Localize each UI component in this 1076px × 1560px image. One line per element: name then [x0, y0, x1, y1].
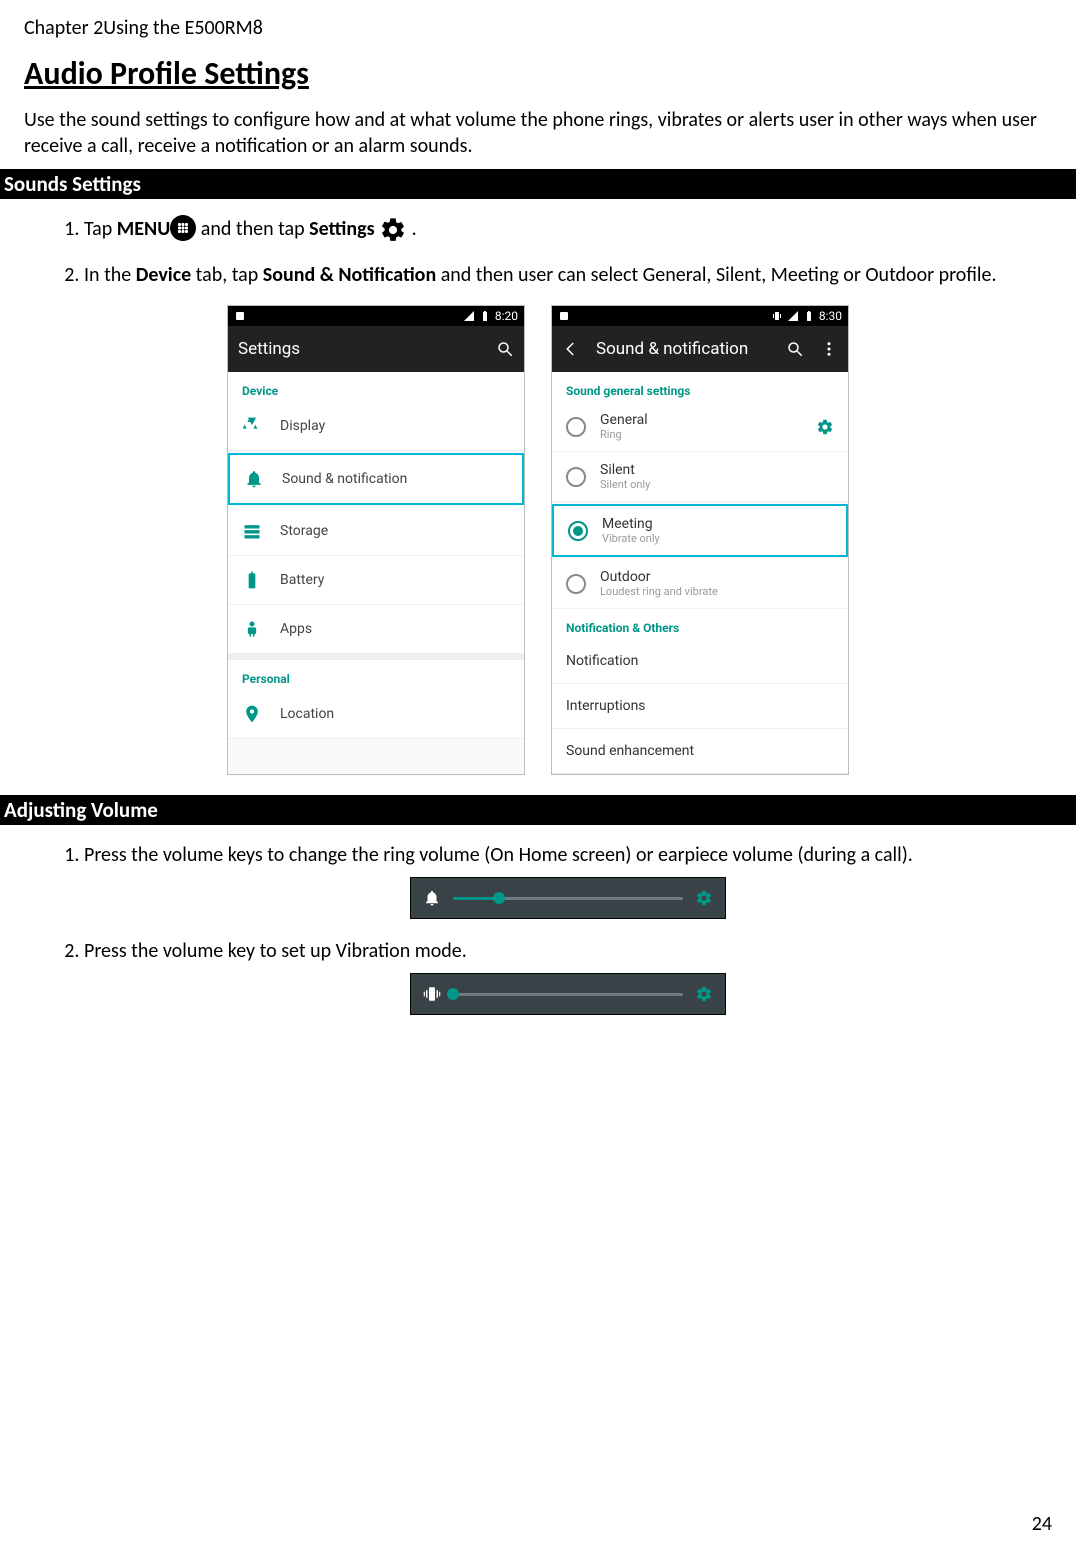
radio-meeting-sub: Vibrate only — [602, 532, 832, 545]
gear-icon[interactable] — [816, 418, 834, 436]
appbar-title-right: Sound & notification — [596, 339, 770, 359]
location-icon — [242, 704, 262, 724]
list-item-battery-label: Battery — [280, 572, 324, 588]
radio-outdoor[interactable]: Outdoor Loudest ring and vibrate — [552, 559, 848, 609]
sound-general-header: Sound general settings — [552, 372, 848, 402]
radio-outdoor-sub: Loudest ring and vibrate — [600, 585, 834, 598]
volume-slider[interactable] — [453, 897, 683, 900]
section-bar-adjusting: Adjusting Volume — [0, 795, 1076, 825]
adjusting-step-2: Press the volume key to set up Vibration… — [84, 935, 1052, 1015]
adjusting-steps: Press the volume keys to change the ring… — [24, 839, 1052, 1015]
intro-text: Use the sound settings to configure how … — [24, 107, 1052, 159]
step1-mid: and then tap — [196, 217, 309, 241]
radio-general[interactable]: General Ring — [552, 402, 848, 452]
list-item-storage-label: Storage — [280, 523, 328, 539]
step1-menu-label: MENU — [117, 217, 170, 241]
radio-general-title: General — [600, 412, 802, 428]
vibrate-icon — [771, 310, 783, 322]
volume-vibration-shot — [410, 973, 726, 1015]
signal-icon — [787, 310, 799, 322]
adjusting-step-2-text: Press the volume key to set up Vibration… — [84, 939, 467, 963]
list-item-sound[interactable]: Sound & notification — [228, 453, 524, 505]
step2-mid2: and then user can select General, Silent… — [436, 263, 996, 287]
appbar-title-left: Settings — [238, 339, 480, 359]
page-title: Audio Profile Settings — [24, 54, 1052, 93]
radio-outdoor-title: Outdoor — [600, 569, 834, 585]
device-header: Device — [228, 372, 524, 402]
radio-silent-sub: Silent only — [600, 478, 834, 491]
item-sound-enhancement[interactable]: Sound enhancement — [552, 729, 848, 774]
list-item-apps[interactable]: Apps — [228, 605, 524, 654]
step2-mid1: tab, tap — [191, 263, 263, 287]
appbar-settings: Settings — [228, 326, 524, 372]
list-item-location-label: Location — [280, 706, 334, 722]
section-bar-adjusting-label: Adjusting Volume — [0, 797, 158, 823]
step2-pre: In the — [84, 263, 136, 287]
statusbar-left: 8:20 — [228, 306, 524, 326]
menu-icon — [170, 215, 196, 241]
volume-slider[interactable] — [453, 993, 683, 996]
section-bar-sounds-label: Sounds Settings — [0, 171, 141, 197]
step1-pre: Tap — [84, 217, 117, 241]
radio-icon — [566, 574, 586, 594]
gear-icon[interactable] — [695, 985, 713, 1003]
bell-icon — [423, 889, 441, 907]
statusbar-time-left: 8:20 — [495, 309, 518, 323]
notification-icon — [558, 310, 570, 322]
battery-icon — [479, 310, 491, 322]
step1-post: . — [407, 217, 417, 241]
sounds-steps: Tap MENU and then tap Settings . In the … — [24, 213, 1052, 291]
radio-general-sub: Ring — [600, 428, 802, 441]
display-icon — [242, 416, 262, 436]
sounds-step-1: Tap MENU and then tap Settings . — [84, 213, 1052, 245]
radio-meeting[interactable]: Meeting Vibrate only — [552, 504, 848, 557]
more-icon[interactable] — [820, 340, 838, 358]
list-item-display-label: Display — [280, 418, 325, 434]
screenshot-settings: 8:20 Settings Device Display Sound & not… — [227, 305, 525, 775]
apps-icon — [242, 619, 262, 639]
screenshot-sound-notification: 8:30 Sound & notification Sound general … — [551, 305, 849, 775]
step2-device-label: Device — [136, 263, 191, 287]
statusbar-right: 8:30 — [552, 306, 848, 326]
notification-icon — [234, 310, 246, 322]
bell-icon — [244, 469, 264, 489]
battery-icon — [803, 310, 815, 322]
list-item-battery[interactable]: Battery — [228, 556, 524, 605]
chapter-header: Chapter 2Using the E500RM8 — [24, 16, 1052, 40]
battery-setting-icon — [242, 570, 262, 590]
radio-meeting-title: Meeting — [602, 516, 832, 532]
list-item-location[interactable]: Location — [228, 690, 524, 739]
search-icon[interactable] — [786, 340, 804, 358]
others-header: Notification & Others — [552, 609, 848, 639]
item-notification[interactable]: Notification — [552, 639, 848, 684]
radio-icon — [568, 521, 588, 541]
gear-icon[interactable] — [695, 889, 713, 907]
gear-icon — [379, 216, 407, 244]
sounds-step-2: In the Device tab, tap Sound & Notificat… — [84, 259, 1052, 291]
signal-icon — [463, 310, 475, 322]
adjusting-step-1: Press the volume keys to change the ring… — [84, 839, 1052, 919]
statusbar-time-right: 8:30 — [819, 309, 842, 323]
list-item-display[interactable]: Display — [228, 402, 524, 451]
storage-icon — [242, 521, 262, 541]
step2-sound-label: Sound & Notification — [263, 263, 436, 287]
search-icon[interactable] — [496, 340, 514, 358]
page-number: 24 — [1032, 1512, 1052, 1536]
vibrate-icon — [423, 985, 441, 1003]
radio-icon — [566, 467, 586, 487]
section-bar-sounds: Sounds Settings — [0, 169, 1076, 199]
list-item-sound-label: Sound & notification — [282, 471, 407, 487]
radio-silent[interactable]: Silent Silent only — [552, 452, 848, 502]
radio-silent-title: Silent — [600, 462, 834, 478]
back-icon[interactable] — [562, 340, 580, 358]
volume-ring-shot — [410, 877, 726, 919]
list-item-apps-label: Apps — [280, 621, 312, 637]
list-item-storage[interactable]: Storage — [228, 507, 524, 556]
step1-settings-label: Settings — [309, 217, 374, 241]
personal-header: Personal — [228, 660, 524, 690]
appbar-sound: Sound & notification — [552, 326, 848, 372]
radio-icon — [566, 417, 586, 437]
adjusting-step-1-text: Press the volume keys to change the ring… — [84, 843, 913, 867]
item-interruptions[interactable]: Interruptions — [552, 684, 848, 729]
